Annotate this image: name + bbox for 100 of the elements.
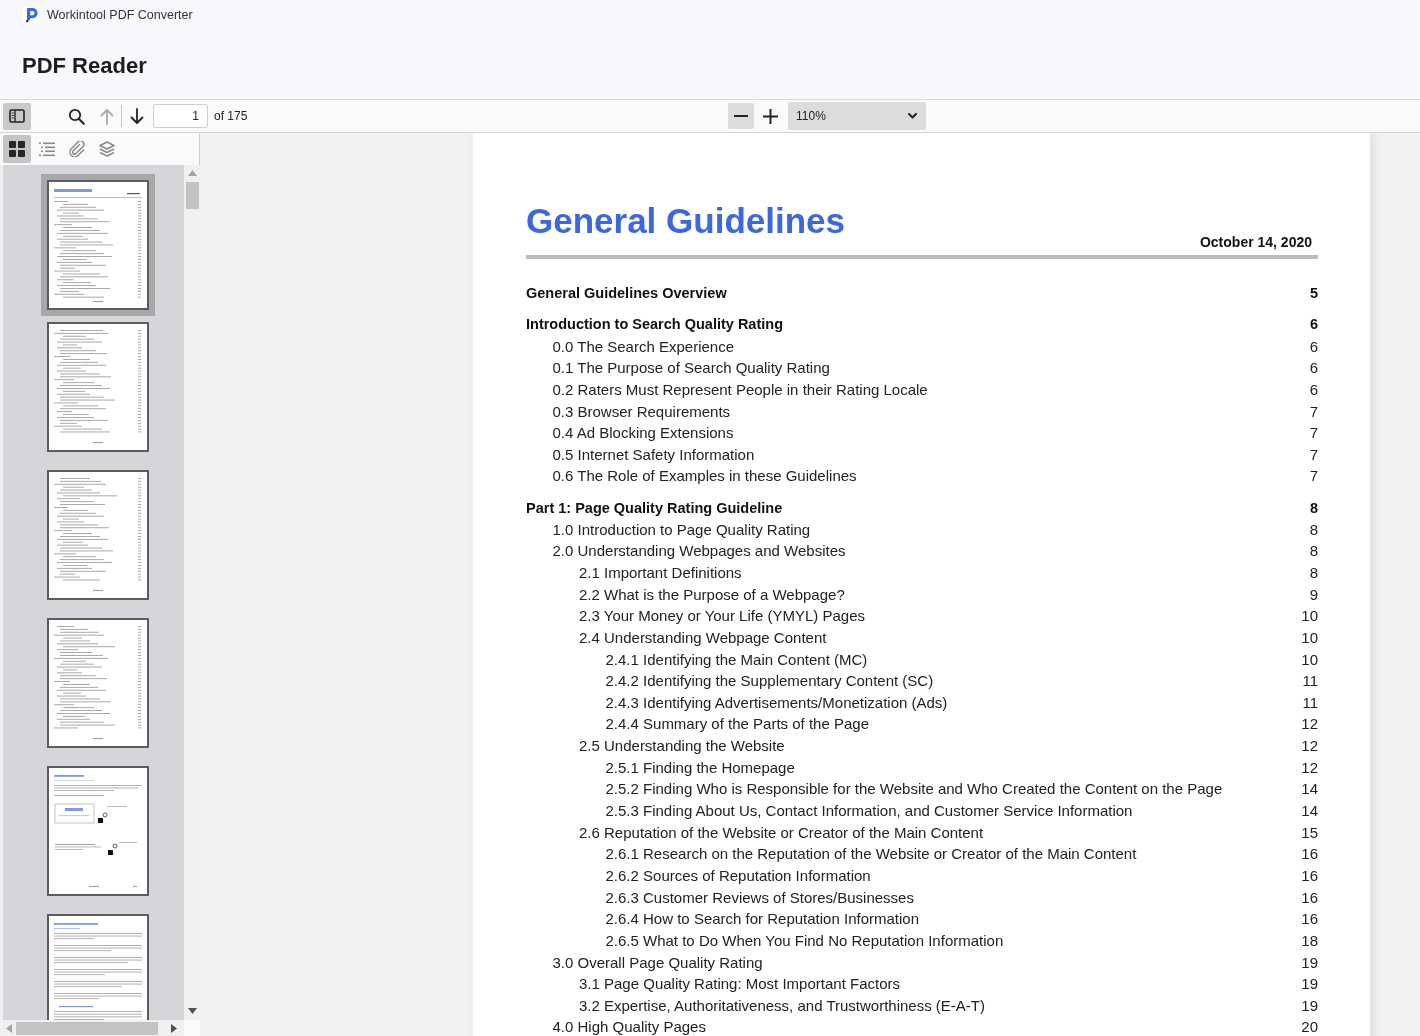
page-thumbnail[interactable]	[47, 914, 149, 1020]
contents-page-number: 16	[1301, 866, 1318, 884]
contents-entry: 2.5.2 Finding Who is Responsible for the Website and Who Created the Content on the Page	[605, 780, 1223, 798]
contents-entry: 2.5.1 Finding the Homepage	[605, 758, 795, 776]
contents-entry: 0.2 Raters Must Represent People in their Rating Locale	[552, 380, 928, 398]
contents-page-number: 12	[1301, 715, 1318, 733]
contents-page-number: 15	[1301, 823, 1318, 841]
chevron-down-icon	[908, 113, 917, 119]
contents-page-number: 19	[1301, 975, 1318, 993]
contents-page-number: 8	[1309, 520, 1318, 538]
contents-page-number: 12	[1301, 737, 1318, 755]
contents-entry: 2.6.3 Customer Reviews of Stores/Businesses	[605, 888, 914, 906]
zoom-out-button[interactable]	[728, 103, 754, 129]
arrow-down-icon	[129, 107, 145, 125]
sidebar-icon	[9, 109, 25, 123]
contents-page-number: 11	[1302, 672, 1318, 690]
contents-entry: 2.4 Understanding Webpage Content	[579, 628, 827, 646]
contents-entry: General Guidelines Overview	[526, 284, 727, 301]
contents-entry: 3.2 Expertise, Authoritativeness, and Trustworthiness (E-A-T)	[579, 996, 985, 1014]
contents-page-number: 5	[1309, 284, 1318, 301]
contents-page-number: 11	[1302, 693, 1318, 711]
contents-page-number: 6	[1309, 337, 1318, 355]
logo-icon	[23, 7, 39, 23]
contents-entry: 2.5 Understanding the Website	[579, 737, 785, 755]
contents-page-number: 7	[1309, 402, 1318, 420]
contents-page-number: 9	[1309, 585, 1318, 603]
contents-entry: 2.6.2 Sources of Reputation Information	[605, 866, 871, 884]
page-thumbnail[interactable]	[47, 766, 149, 896]
scroll-right-arrow-icon	[171, 1023, 177, 1033]
contents-page-number: 8	[1309, 564, 1318, 581]
zoom-select[interactable]: 110%	[788, 102, 926, 130]
contents-page-number: 6	[1309, 316, 1318, 333]
contents-page-number: 12	[1301, 758, 1318, 776]
contents-entry: 2.4.4 Summary of the Parts of the Page	[605, 715, 869, 733]
layers-icon	[99, 141, 115, 157]
scroll-up-arrow-icon	[187, 170, 197, 176]
contents-page-number: 10	[1301, 607, 1318, 625]
contents-entry: 0.4 Ad Blocking Extensions	[552, 424, 734, 442]
page-thumbnail[interactable]	[47, 470, 149, 600]
sidebar-toggle-button[interactable]	[3, 102, 31, 130]
contents-page-number: 6	[1309, 359, 1318, 377]
contents-entry: 0.5 Internet Safety Information	[552, 445, 755, 463]
thumbnails-tab[interactable]	[3, 135, 31, 163]
contents-page-number: 16	[1301, 888, 1318, 906]
document-date: October 14, 2020	[1199, 234, 1312, 251]
scrollbar-thumb[interactable]	[16, 1021, 158, 1035]
contents-entry: 2.5.3 Finding About Us, Contact Information, and Customer Service Information	[605, 802, 1133, 820]
vertical-scrollbar[interactable]	[184, 165, 200, 1020]
contents-page-number: 20	[1301, 1018, 1318, 1036]
minus-icon	[734, 115, 748, 117]
document-title: General Guidelines	[526, 201, 845, 242]
arrow-up-icon	[99, 107, 115, 125]
contents-entry: 4.0 High Quality Pages	[552, 1018, 706, 1036]
page-number-field[interactable]: 1	[153, 104, 208, 128]
contents-entry: 0.1 The Purpose of Search Quality Rating	[552, 359, 830, 377]
page-thumbnail[interactable]	[47, 322, 149, 452]
contents-entry: 2.4.2 Identifying the Supplementary Content (SC)	[605, 672, 934, 690]
window-title: Workintool PDF Converter	[47, 8, 193, 22]
page-heading: PDF Reader	[22, 51, 147, 79]
contents-page-number: 7	[1309, 445, 1318, 463]
contents-page-number: 16	[1301, 845, 1318, 863]
contents-page-number: 7	[1309, 424, 1318, 442]
contents-page-number: 7	[1309, 467, 1318, 485]
contents-page-number: 19	[1301, 953, 1318, 971]
contents-page-number: 18	[1301, 931, 1318, 949]
page-count: of 175	[214, 109, 248, 123]
contents-entry: 0.6 The Role of Examples in these Guidelines	[552, 467, 857, 485]
contents-entry: 1.0 Introduction to Page Quality Rating	[552, 520, 811, 538]
contents-entry: 2.1 Important Definitions	[579, 564, 742, 581]
contents-entry: 2.6 Reputation of the Website or Creator of the Main Content	[579, 823, 984, 841]
contents-page-number: 14	[1301, 802, 1318, 820]
contents-page-number: 10	[1301, 628, 1318, 646]
contents-entry: 2.2 What is the Purpose of a Webpage?	[579, 585, 845, 603]
search-icon	[67, 107, 85, 125]
scroll-left-arrow-icon	[6, 1023, 12, 1033]
contents-entry: 2.4.1 Identifying the Main Content (MC)	[605, 650, 868, 668]
contents-entry: 2.6.5 What to Do When You Find No Reputation Information	[605, 931, 1004, 949]
contents-page-number: 8	[1309, 499, 1318, 516]
contents-entry: 0.0 The Search Experience	[552, 337, 734, 355]
contents-page-number: 19	[1301, 996, 1318, 1014]
paperclip-icon	[68, 141, 86, 157]
contents-entry: 3.0 Overall Page Quality Rating	[552, 953, 763, 971]
contents-page-number: 16	[1301, 910, 1318, 928]
contents-entry: 2.3 Your Money or Your Life (YMYL) Pages	[579, 607, 865, 625]
contents-page-number: 10	[1301, 650, 1318, 668]
contents-entry: Introduction to Search Quality Rating	[526, 316, 783, 333]
contents-entry: 3.1 Page Quality Rating: Most Important Factors	[579, 975, 900, 993]
contents-entry: 2.6.1 Research on the Reputation of the Website or Creator of the Main Content	[605, 845, 1137, 863]
page-thumbnail[interactable]	[47, 618, 149, 748]
scrollbar-thumb[interactable]	[185, 182, 199, 209]
plus-icon	[762, 108, 778, 124]
contents-entry: 2.6.4 How to Search for Reputation Information	[605, 910, 919, 928]
contents-page-number: 6	[1309, 380, 1318, 398]
contents-entry: 2.0 Understanding Webpages and Websites	[552, 542, 846, 560]
contents-page-number: 14	[1301, 780, 1318, 798]
page-thumbnail[interactable]	[41, 174, 155, 316]
contents-page-number: 8	[1309, 542, 1318, 560]
horizontal-scrollbar[interactable]	[0, 1020, 184, 1036]
grid-icon	[9, 141, 25, 157]
contents-entry: Part 1: Page Quality Rating Guideline	[526, 499, 783, 516]
